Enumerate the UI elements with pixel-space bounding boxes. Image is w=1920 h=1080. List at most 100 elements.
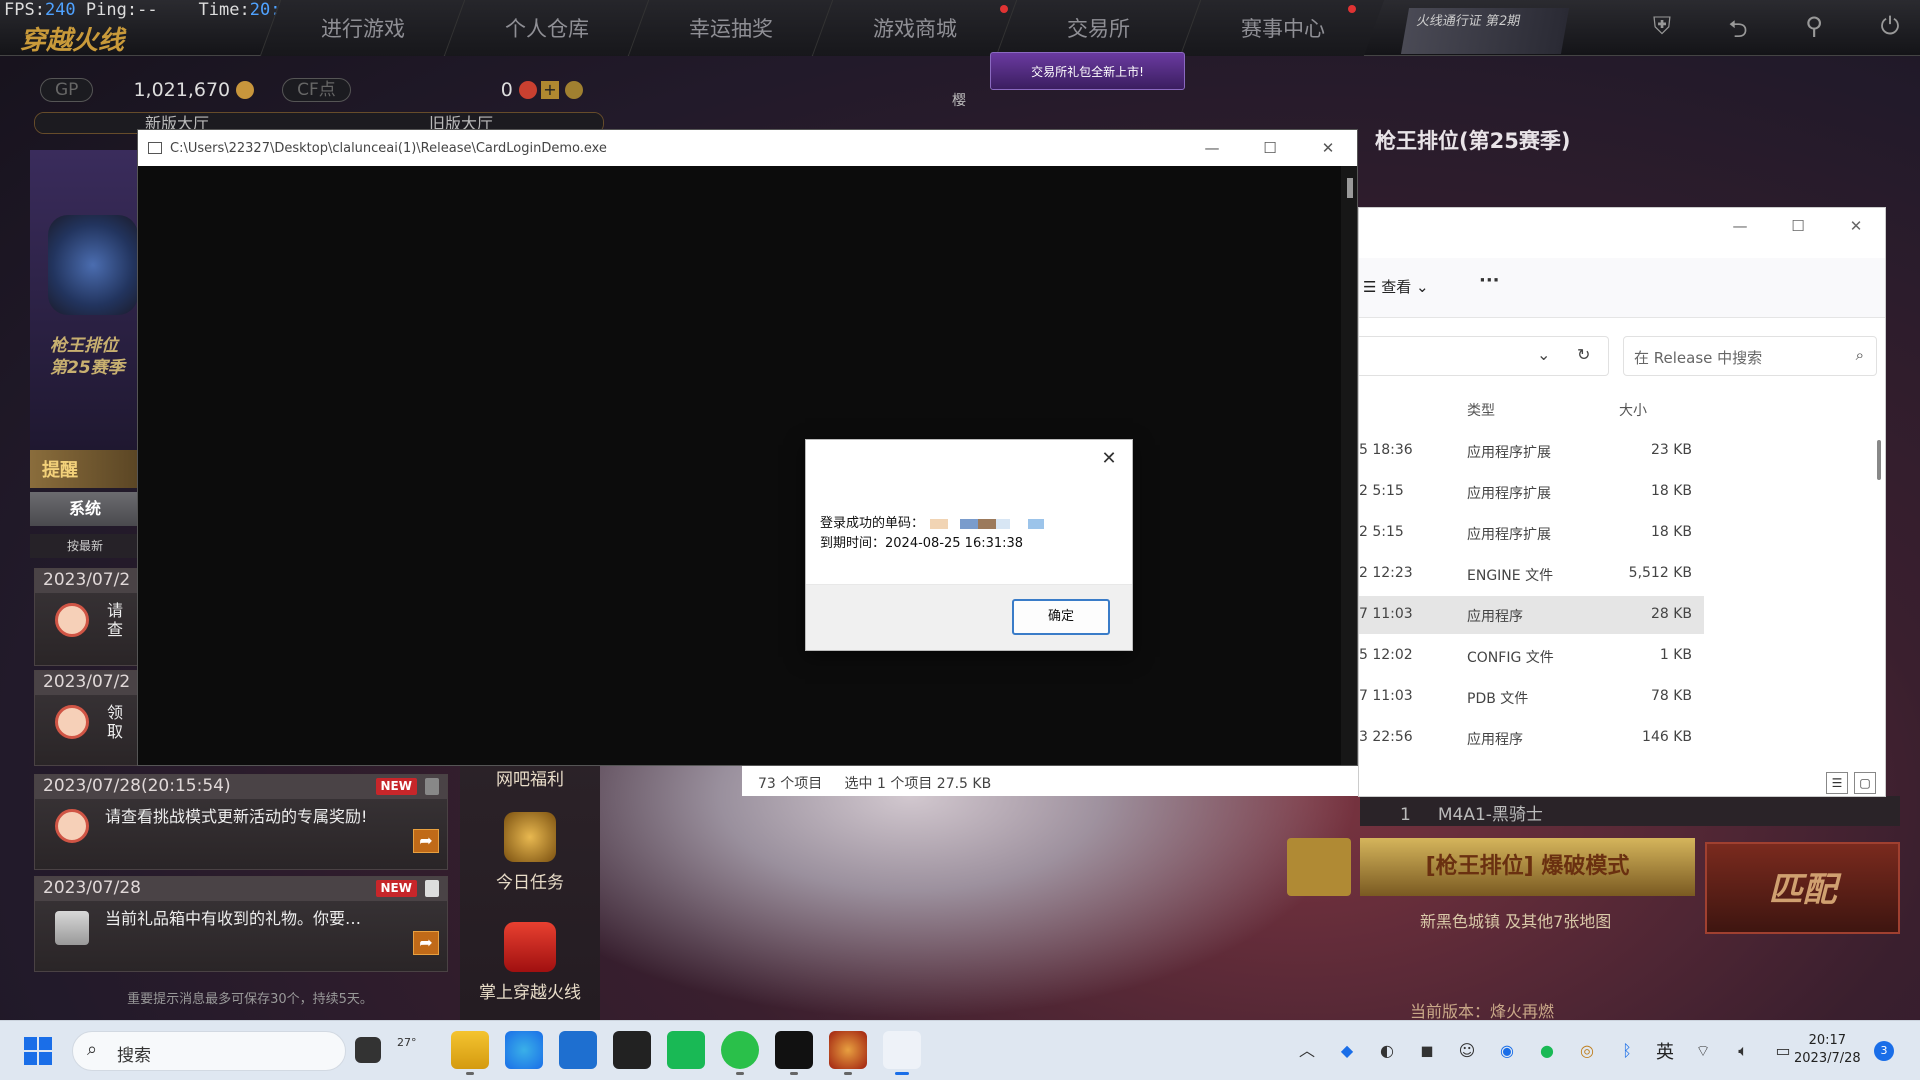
minimize-button[interactable]: — — [1711, 208, 1769, 244]
trash-icon[interactable] — [425, 778, 439, 795]
sort-latest[interactable]: 按最新 — [30, 534, 140, 558]
table-row[interactable]: 2 5:15 应用程序扩展 18 KB — [1359, 514, 1704, 552]
address-bar[interactable]: ⌄ ↻ — [1359, 336, 1609, 376]
thumbs-up-icon[interactable] — [1287, 838, 1351, 896]
chat-app-icon[interactable] — [667, 1031, 705, 1069]
nav-lottery[interactable]: 幸运抽奖 — [627, 0, 833, 56]
arrow-button[interactable]: ➦ — [413, 829, 439, 853]
table-row[interactable]: 7 11:03 PDB 文件 78 KB — [1359, 678, 1704, 716]
view-menu[interactable]: ☰ 查看 ⌄ — [1363, 276, 1429, 297]
tiles-view-icon[interactable]: ▢ — [1854, 772, 1876, 794]
details-view-icon[interactable]: ☰ — [1826, 772, 1848, 794]
wechat-icon[interactable] — [721, 1031, 759, 1075]
close-button[interactable]: ✕ — [1299, 130, 1357, 166]
table-row[interactable]: 5 18:36 应用程序扩展 23 KB — [1359, 432, 1704, 470]
table-row[interactable]: 2 12:23 ENGINE 文件 5,512 KB — [1359, 555, 1704, 593]
refresh-icon[interactable]: ↻ — [1577, 345, 1590, 364]
arrow-button[interactable]: ➦ — [413, 931, 439, 955]
ok-button[interactable]: 确定 — [1012, 599, 1110, 635]
wrench-icon[interactable]: ⚲ — [1798, 12, 1830, 42]
scroll-thumb[interactable] — [1347, 178, 1353, 198]
table-row-selected[interactable]: 7 11:03 应用程序 28 KB — [1359, 596, 1704, 634]
netcafe-benefit[interactable]: 网吧福利 — [460, 765, 600, 790]
mobile-cf-icon — [504, 922, 556, 972]
battery-icon[interactable]: ▭ — [1772, 1040, 1794, 1062]
gp-value: 1,021,670 — [133, 79, 231, 101]
taskbar-search[interactable]: ⌕ 搜索 — [72, 1031, 346, 1071]
chevron-up-icon[interactable]: ︿ — [1296, 1040, 1318, 1062]
ranked-title: 枪王排位(第25赛季) — [1375, 129, 1571, 153]
table-row[interactable]: 5 12:02 CONFIG 文件 1 KB — [1359, 637, 1704, 675]
maps-label: 新黑色城镇 及其他7张地图 — [1420, 912, 1612, 931]
file-explorer-icon[interactable] — [451, 1031, 489, 1075]
col-size[interactable]: 大小 — [1619, 400, 1647, 420]
task-view-icon[interactable] — [355, 1037, 381, 1063]
tray-app-icon[interactable]: ◆ — [1336, 1040, 1358, 1062]
list-item[interactable]: 2023/07/2 领取 — [34, 670, 142, 766]
trash-icon[interactable] — [425, 880, 439, 897]
nav-inventory[interactable]: 个人仓库 — [443, 0, 649, 56]
login-dialog: ✕ 登录成功的单码： 到期时间：2024-08-25 16:31:38 确定 — [805, 439, 1133, 651]
wifi-icon[interactable]: ⌔ — [1692, 1040, 1714, 1062]
rank-badge-icon[interactable] — [48, 215, 138, 315]
wechat-tray-icon[interactable]: ● — [1536, 1040, 1558, 1062]
search-input[interactable]: 在 Release 中搜索 ⌕ — [1623, 336, 1877, 376]
list-item[interactable]: 2023/07/28(20:15:54) NEW 请查看挑战模式更新活动的专属奖… — [34, 774, 448, 870]
weather-icon[interactable]: 27° — [397, 1031, 435, 1069]
store-icon[interactable] — [559, 1031, 597, 1069]
table-row[interactable]: 3 22:56 应用程序 146 KB — [1359, 719, 1704, 757]
back-icon[interactable]: ⮌ — [1722, 12, 1754, 43]
more-button[interactable]: ··· — [1479, 270, 1500, 291]
bluetooth-icon[interactable]: ᛒ — [1616, 1040, 1638, 1062]
add-cf-button[interactable]: + — [540, 81, 559, 99]
close-button[interactable]: ✕ — [1096, 446, 1122, 472]
scrollbar[interactable] — [1341, 166, 1357, 765]
list-item[interactable]: 2023/07/2 请查 — [34, 568, 142, 666]
nav-exchange[interactable]: 交易所 — [995, 0, 1201, 56]
refresh-icon[interactable] — [564, 81, 583, 99]
g-app-icon[interactable] — [775, 1031, 813, 1075]
input-language[interactable]: 英 — [1656, 1038, 1674, 1064]
scrollbar[interactable] — [1877, 440, 1881, 480]
col-type[interactable]: 类型 — [1467, 400, 1495, 420]
maximize-button[interactable]: ☐ — [1241, 130, 1299, 166]
weapon-row[interactable]: 1 M4A1-黑骑士 — [1360, 796, 1900, 826]
search-icon: ⌕ — [87, 1039, 98, 1060]
redacted-code — [924, 518, 1075, 529]
clock[interactable]: 20:17 2023/7/28 — [1794, 1032, 1861, 1068]
minimize-button[interactable]: — — [1183, 130, 1241, 166]
power-icon[interactable]: ⏻ — [1874, 12, 1906, 42]
tray-app-icon[interactable]: ◐ — [1376, 1040, 1398, 1062]
nav-shop[interactable]: 游戏商城 — [811, 0, 1017, 56]
tab-system[interactable]: 系统 — [30, 492, 140, 526]
shield-icon[interactable]: ⛨ — [1646, 12, 1678, 42]
gp-label: GP — [40, 78, 94, 102]
nav-play[interactable]: 进行游戏 — [259, 0, 465, 56]
table-row[interactable]: 2 5:15 应用程序扩展 18 KB — [1359, 473, 1704, 511]
battle-pass-button[interactable]: 火线通行证 第2期 — [1400, 8, 1570, 54]
mobile-cf[interactable]: 掌上穿越火线 — [460, 922, 600, 1003]
volume-icon[interactable]: 🔈︎ — [1732, 1040, 1754, 1062]
crossfire-icon[interactable] — [829, 1031, 867, 1075]
daily-tasks[interactable]: 今日任务 — [460, 812, 600, 893]
unity-icon[interactable] — [613, 1031, 651, 1069]
new-badge: NEW — [375, 778, 417, 795]
qq-icon[interactable]: ☺ — [1456, 1040, 1478, 1062]
search-icon: ⌕ — [1855, 346, 1864, 364]
mode-selector[interactable]: [枪王排位] 爆破模式 — [1360, 838, 1695, 896]
notification-badge[interactable]: 3 — [1874, 1041, 1894, 1061]
match-button[interactable]: 匹配 — [1705, 842, 1900, 934]
tray-app-icon[interactable]: ◎ — [1576, 1040, 1598, 1062]
taskbar: ⌕ 搜索 27° ︿ ◆ ◐ ◼ ☺ ◉ ● ◎ ᛒ 英 ⌔ 🔈︎ ▭ 20:1… — [0, 1020, 1920, 1080]
windows-start-icon[interactable] — [24, 1037, 52, 1065]
close-button[interactable]: ✕ — [1827, 208, 1885, 244]
maximize-button[interactable]: ☐ — [1769, 208, 1827, 244]
list-item[interactable]: 2023/07/28 NEW 当前礼品箱中有收到的礼物。你要… ➦ — [34, 876, 448, 972]
tray-app-icon[interactable]: ◼ — [1416, 1040, 1438, 1062]
console-app-icon[interactable] — [883, 1031, 921, 1075]
promo-banner[interactable]: 交易所礼包全新上市! — [990, 52, 1185, 90]
gp-coin-icon — [236, 81, 255, 99]
edge-icon[interactable] — [505, 1031, 543, 1069]
tray-app-icon[interactable]: ◉ — [1496, 1040, 1518, 1062]
chevron-down-icon[interactable]: ⌄ — [1537, 345, 1550, 364]
